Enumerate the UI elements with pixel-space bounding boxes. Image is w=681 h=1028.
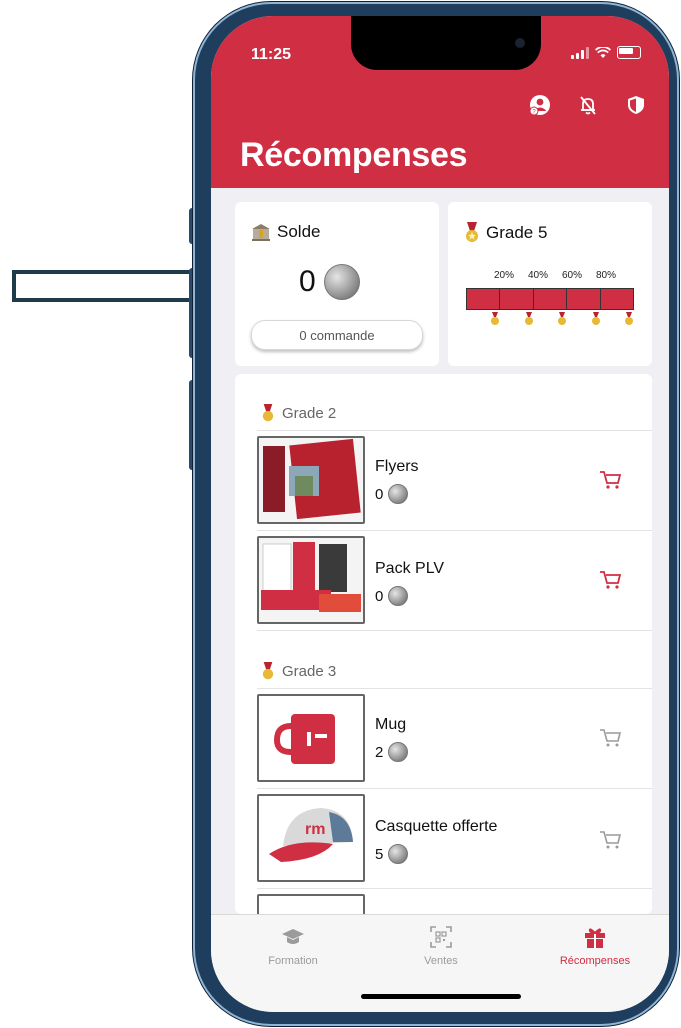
tab-ventes[interactable]: Ventes: [381, 925, 501, 967]
page-title: Récompenses: [240, 136, 468, 174]
grade-header: Grade 5: [464, 222, 547, 244]
shield-icon[interactable]: [625, 94, 647, 116]
tab-recompenses[interactable]: Récompenses: [535, 925, 655, 967]
notifications-off-icon[interactable]: [577, 94, 599, 116]
small-medal-icon: [524, 312, 558, 326]
tab-formation[interactable]: Formation: [233, 925, 353, 967]
progress-percent-labels: 20% 40% 60% 80%: [494, 270, 630, 281]
progress-segment: [467, 289, 501, 309]
price-value: 0: [375, 587, 384, 605]
graduation-cap-icon: [282, 929, 304, 944]
product-price: 0: [375, 484, 409, 504]
divider: [257, 788, 652, 789]
percent-label: 20%: [494, 270, 515, 281]
status-time: 11:25: [251, 46, 292, 63]
coin-icon: [388, 484, 409, 504]
balance-amount: 0: [299, 265, 316, 298]
signal-icon: [571, 46, 589, 59]
grade-card: Grade 5 20% 40% 60% 80%: [448, 202, 652, 366]
product-price: 2: [375, 742, 409, 762]
app-screen: 11:25 ? Récompenses Solde 0 0 commande G…: [211, 16, 669, 1012]
product-image-casquette[interactable]: rm: [257, 794, 365, 882]
product-name: Mug: [375, 716, 407, 733]
group-label: Grade 2: [282, 405, 337, 422]
divider: [257, 888, 652, 889]
header-bar: 11:25 ? Récompenses: [211, 16, 669, 188]
small-medal-icon: [624, 312, 658, 326]
balance-value: 0: [299, 264, 360, 300]
svg-text:rm: rm: [305, 821, 325, 838]
price-value: 2: [375, 743, 384, 761]
cart-icon[interactable]: [599, 570, 621, 590]
product-price: 5: [375, 844, 409, 864]
progress-segment: [567, 289, 601, 309]
percent-label: 40%: [528, 270, 549, 281]
tab-label: Ventes: [424, 955, 458, 967]
cart-icon[interactable]: [599, 830, 621, 850]
tab-label: Récompenses: [559, 955, 631, 967]
medal-icon: [466, 222, 478, 242]
product-name: Flyers: [375, 458, 419, 475]
divider: [257, 688, 652, 689]
percent-label: 80%: [596, 270, 617, 281]
medal-icon: [262, 662, 274, 680]
cart-icon[interactable]: [599, 470, 621, 490]
wifi-icon: [595, 46, 611, 58]
orders-button[interactable]: 0 commande: [251, 320, 423, 350]
group-header: Grade 2: [261, 404, 336, 423]
product-image-pack-plv[interactable]: [257, 536, 365, 624]
coin-icon: [388, 586, 409, 606]
coin-icon: [388, 844, 409, 864]
coin-icon: [388, 742, 409, 762]
balance-label: Solde: [277, 222, 321, 241]
medal-icon: [262, 404, 274, 422]
group-label: Grade 3: [282, 663, 337, 680]
grade-medals: [490, 312, 658, 326]
balance-card: Solde 0 0 commande: [235, 202, 439, 366]
progress-segment: [534, 289, 568, 309]
small-medal-icon: [557, 312, 591, 326]
header-actions: ?: [529, 94, 647, 116]
product-price: 0: [375, 586, 409, 606]
battery-icon: [617, 46, 641, 59]
price-value: 5: [375, 845, 384, 863]
small-medal-icon: [591, 312, 625, 326]
product-image-next[interactable]: [257, 894, 365, 914]
grade-progress-bar: [466, 288, 634, 310]
home-indicator: [361, 994, 521, 999]
divider: [257, 430, 652, 431]
tab-label: Formation: [268, 955, 318, 967]
price-value: 0: [375, 485, 384, 503]
divider: [257, 530, 652, 531]
product-name: Casquette offerte: [375, 818, 498, 835]
help-person-icon[interactable]: ?: [529, 94, 551, 116]
camera-icon: [515, 38, 525, 48]
divider: [257, 630, 652, 631]
rewards-list: Grade 2 Flyers 0 Pack PLV 0 Grade 3 Mug …: [235, 374, 652, 914]
qr-code-icon: [430, 926, 452, 948]
product-image-flyers[interactable]: [257, 436, 365, 524]
product-name: Pack PLV: [375, 560, 445, 577]
balance-header: Solde: [251, 222, 320, 242]
progress-segment: [500, 289, 534, 309]
percent-label: 60%: [562, 270, 583, 281]
progress-segment: [601, 289, 633, 309]
status-icons: [571, 46, 641, 59]
bank-icon: [252, 224, 270, 241]
gift-icon: [585, 928, 605, 948]
small-medal-icon: [490, 312, 524, 326]
grade-label: Grade 5: [486, 223, 548, 242]
product-image-mug[interactable]: [257, 694, 365, 782]
device-notch: [351, 16, 541, 70]
group-header: Grade 3: [261, 662, 336, 681]
coin-icon: [323, 264, 360, 300]
cart-icon[interactable]: [599, 728, 621, 748]
